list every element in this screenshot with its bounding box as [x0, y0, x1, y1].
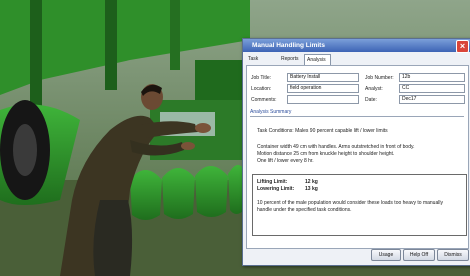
lifting-limit-value: 12 kg: [305, 179, 318, 185]
condition-line-1: Container width 49 cm with handles. Arms…: [257, 144, 415, 150]
date-label: Date:: [365, 97, 377, 103]
analysis-summary-heading: Analysis Summary: [250, 109, 292, 115]
results-box: Lifting Limit: 12 kg Lowering Limit: 13 …: [252, 174, 467, 236]
analyst-label: Analyst:: [365, 86, 383, 92]
job-title-field[interactable]: Battery Install: [287, 73, 359, 82]
equipment-frame: [195, 60, 243, 100]
date-field[interactable]: Dec17: [399, 95, 465, 104]
job-title-label: Job Title:: [251, 75, 272, 81]
lowering-limit-value: 13 kg: [305, 186, 318, 192]
comments-label: Comments:: [251, 97, 277, 103]
title-bar[interactable]: Manual Handling Limits ×: [243, 39, 470, 53]
job-number-label: Job Number:: [365, 75, 394, 81]
section-divider: [250, 116, 464, 117]
job-number-field[interactable]: 12b: [399, 73, 465, 82]
help-off-button[interactable]: Help Off: [403, 249, 435, 261]
dismiss-button[interactable]: Dismiss: [437, 249, 469, 261]
note-line-2: handle under the specified task conditio…: [257, 207, 352, 213]
lowering-limit-label: Lowering Limit:: [257, 186, 295, 192]
note-line-1: 10 percent of the male population would …: [257, 200, 443, 206]
condition-line-2: Motion distance 25 cm from knuckle heigh…: [257, 151, 395, 157]
lifting-limit-label: Lifting Limit:: [257, 179, 288, 185]
analysis-panel: Job Title: Battery Install Location: fie…: [246, 65, 469, 249]
machine-post: [170, 0, 180, 70]
analyst-field[interactable]: CC: [399, 84, 465, 93]
condition-line-3: One lift / lower every 8 hr.: [257, 158, 314, 164]
location-label: Location:: [251, 86, 272, 92]
tab-task-entry[interactable]: Task Entry: [246, 54, 262, 72]
close-button[interactable]: ×: [456, 40, 469, 53]
usage-button[interactable]: Usage: [371, 249, 401, 261]
wheel-hub: [13, 124, 37, 176]
tab-reports[interactable]: Reports: [279, 54, 301, 64]
task-conditions: Task Conditions: Males 90 percent capabl…: [257, 128, 388, 134]
location-field[interactable]: field operation: [287, 84, 359, 93]
manual-handling-dialog: Manual Handling Limits × Task Entry Repo…: [242, 38, 470, 266]
tab-analysis-summary[interactable]: Analysis Summary: [304, 54, 332, 73]
close-icon: ×: [459, 41, 466, 51]
dialog-title: Manual Handling Limits: [252, 42, 325, 49]
machine-post: [30, 0, 42, 110]
comments-field[interactable]: [287, 95, 359, 104]
machine-post: [105, 0, 117, 90]
